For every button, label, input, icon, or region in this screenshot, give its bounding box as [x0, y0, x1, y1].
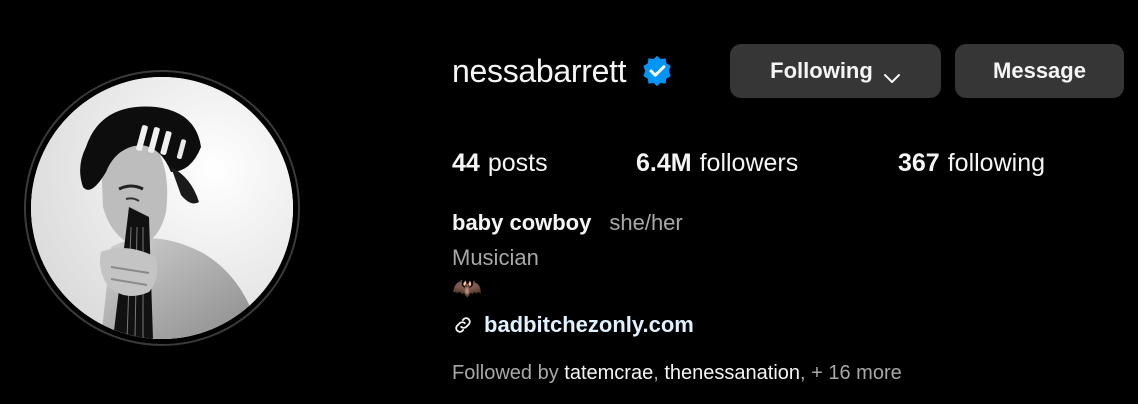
- avatar-ring[interactable]: [24, 70, 300, 346]
- followers-count: 6.4M: [636, 148, 692, 177]
- category-label: Musician: [452, 245, 539, 270]
- full-name: baby cowboy: [452, 210, 592, 235]
- posts-label: posts: [487, 148, 548, 177]
- posts-stat: 44 posts: [452, 144, 548, 182]
- followers-stat[interactable]: 6.4M followers: [636, 144, 798, 182]
- chevron-down-icon: [883, 65, 901, 83]
- bio-link-row[interactable]: badbitchezonly.com: [452, 308, 1072, 342]
- bio-link[interactable]: badbitchezonly.com: [484, 312, 694, 338]
- message-button[interactable]: Message: [955, 44, 1124, 98]
- following-button-label: Following: [770, 58, 873, 83]
- avatar-photo: [31, 77, 293, 339]
- followed-by-user-1[interactable]: tatemcrae: [564, 362, 653, 385]
- followed-by-separator-2: ,: [800, 361, 812, 384]
- followed-by-user-2[interactable]: thenessanation: [664, 362, 800, 385]
- username-row: nessabarrett: [452, 44, 674, 98]
- avatar[interactable]: [31, 77, 293, 339]
- followed-by-more[interactable]: + 16 more: [811, 362, 902, 385]
- name-line: baby cowboy she/her: [452, 210, 1072, 242]
- following-button[interactable]: Following: [730, 44, 941, 98]
- posts-count: 44: [452, 148, 480, 177]
- following-count: 367: [898, 148, 940, 177]
- profile-header: nessabarrett Following Message 44 posts …: [0, 0, 1138, 404]
- verified-badge-icon: [640, 54, 674, 88]
- following-label: following: [947, 148, 1045, 177]
- followed-by-prefix: Followed by: [452, 361, 565, 384]
- username: nessabarrett: [452, 52, 627, 89]
- followed-by[interactable]: Followed by tatemcrae , thenessanation ,…: [452, 358, 902, 388]
- bio-emoji: 🦇: [452, 275, 482, 302]
- followed-by-separator-1: ,: [653, 361, 665, 384]
- following-stat[interactable]: 367 following: [898, 144, 1045, 182]
- bio-section: baby cowboy she/her Musician 🦇 badbitche…: [452, 210, 1072, 342]
- pronouns: she/her: [609, 210, 683, 235]
- link-icon: [452, 314, 474, 336]
- message-button-label: Message: [993, 58, 1086, 83]
- followers-label: followers: [699, 148, 799, 177]
